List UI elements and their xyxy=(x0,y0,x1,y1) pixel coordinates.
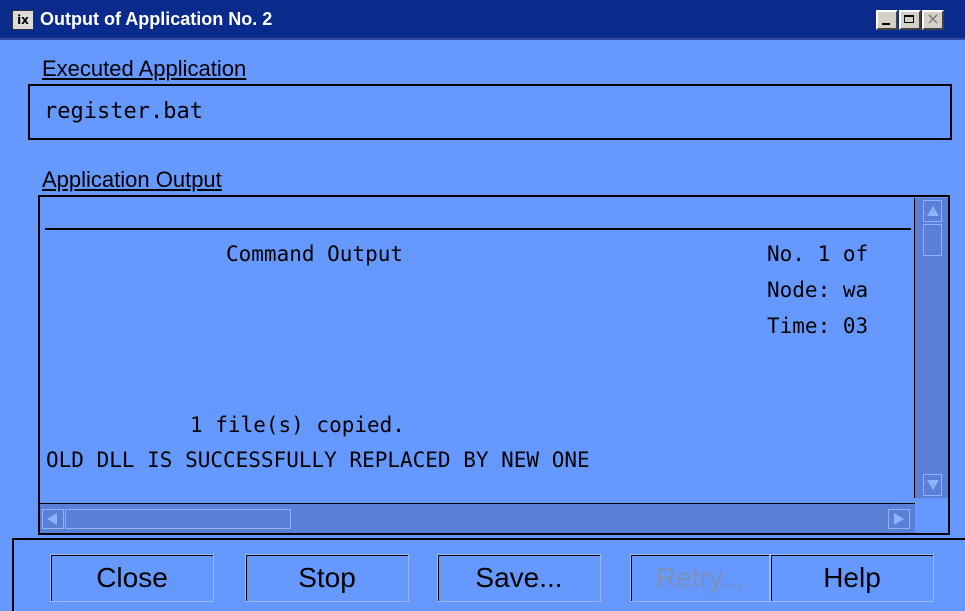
horizontal-scroll-thumb[interactable] xyxy=(65,509,291,529)
application-output-window: ix Output of Application No. 2 Executed … xyxy=(0,0,965,611)
output-result-line: OLD DLL IS SUCCESSFULLY REPLACED BY NEW … xyxy=(46,448,590,472)
output-divider xyxy=(45,228,911,230)
close-window-button[interactable] xyxy=(922,9,944,30)
window-title: Output of Application No. 2 xyxy=(40,9,273,29)
output-number: No. 1 of xyxy=(767,242,869,266)
executed-application-value: register.bat xyxy=(44,99,203,124)
minimize-button[interactable] xyxy=(876,10,898,30)
retry-button: Retry... xyxy=(630,554,770,602)
executed-application-label: Executed Application xyxy=(42,56,247,81)
save-button[interactable]: Save... xyxy=(437,554,601,602)
scroll-right-icon[interactable] xyxy=(888,509,910,529)
close-button[interactable]: Close xyxy=(50,554,214,602)
vertical-scrollbar[interactable] xyxy=(914,198,948,498)
app-icon[interactable]: ix xyxy=(12,10,34,30)
help-button[interactable]: Help xyxy=(770,554,934,602)
scroll-left-icon[interactable] xyxy=(42,509,64,529)
scroll-down-icon[interactable] xyxy=(923,474,942,496)
horizontal-scrollbar[interactable] xyxy=(40,503,915,533)
application-output-label: Application Output xyxy=(42,167,222,192)
output-header: Command Output xyxy=(226,242,404,266)
maximize-button[interactable] xyxy=(899,10,921,30)
title-bar[interactable]: ix Output of Application No. 2 xyxy=(0,0,965,40)
output-copied-line: 1 file(s) copied. xyxy=(190,413,405,437)
scroll-up-icon[interactable] xyxy=(923,200,942,222)
output-node: Node: wa xyxy=(767,278,869,302)
vertical-scroll-thumb[interactable] xyxy=(923,224,942,256)
application-output-text[interactable]: Command Output No. 1 of Node: wa Time: 0… xyxy=(40,197,912,500)
output-time: Time: 03 xyxy=(767,314,869,338)
executed-application-field: register.bat xyxy=(28,84,952,140)
stop-button[interactable]: Stop xyxy=(245,554,409,602)
